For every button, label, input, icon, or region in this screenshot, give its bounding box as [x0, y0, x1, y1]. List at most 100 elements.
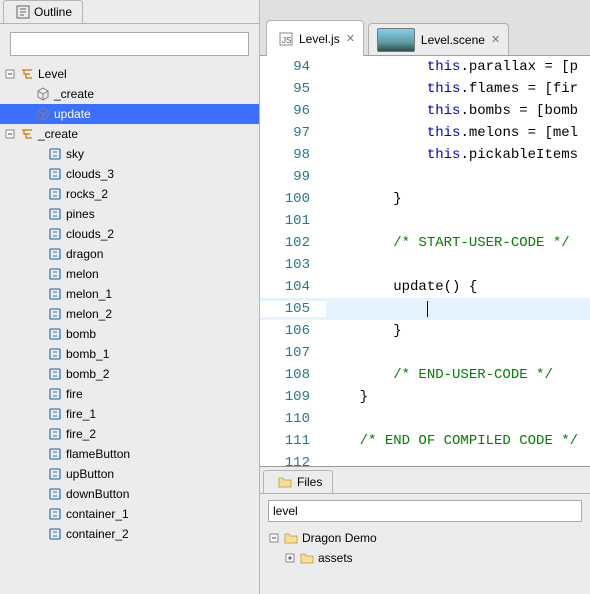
expand-icon[interactable]	[284, 553, 296, 563]
line-number: 107	[260, 345, 326, 361]
outline-item-container_2[interactable]: container_2	[0, 524, 259, 544]
outline-item-melon[interactable]: melon	[0, 264, 259, 284]
code-text: update() {	[326, 279, 477, 295]
outline-item-update[interactable]: update	[0, 104, 259, 124]
folder-icon	[284, 531, 298, 545]
outline-item-upButton[interactable]: upButton	[0, 464, 259, 484]
line-number: 105	[260, 301, 326, 317]
code-line-102[interactable]: 102 /* START-USER-CODE */	[260, 232, 590, 254]
code-text: this.parallax = [p	[326, 59, 578, 75]
code-line-106[interactable]: 106 }	[260, 320, 590, 342]
outline-item-rocks_2[interactable]: rocks_2	[0, 184, 259, 204]
outline-item-fire[interactable]: fire	[0, 384, 259, 404]
line-number: 110	[260, 411, 326, 427]
outline-item-label: clouds_3	[66, 167, 114, 181]
code-text: /* END OF COMPILED CODE */	[326, 433, 578, 449]
line-number: 103	[260, 257, 326, 273]
outline-item-label: Level	[38, 67, 67, 81]
outline-item-fire_1[interactable]: fire_1	[0, 404, 259, 424]
code-line-107[interactable]: 107	[260, 342, 590, 364]
outline-item-label: _create	[54, 87, 94, 101]
code-line-104[interactable]: 104 update() {	[260, 276, 590, 298]
outline-item-bomb_1[interactable]: bomb_1	[0, 344, 259, 364]
files-filter-input[interactable]	[268, 500, 582, 522]
files-item-Dragon Demo[interactable]: Dragon Demo	[268, 528, 582, 548]
editor-area: Level.js✕ Level.scene ✕ 94 this.parallax =…	[260, 0, 590, 594]
field-icon	[48, 287, 62, 301]
code-line-105[interactable]: 105	[260, 298, 590, 320]
code-line-112[interactable]: 112	[260, 452, 590, 466]
tree-icon	[20, 127, 34, 141]
outline-item-clouds_2[interactable]: clouds_2	[0, 224, 259, 244]
code-line-109[interactable]: 109 }	[260, 386, 590, 408]
files-tab[interactable]: Files	[263, 470, 333, 493]
tree-icon	[20, 67, 34, 81]
collapse-icon[interactable]	[4, 69, 16, 79]
code-line-94[interactable]: 94 this.parallax = [p	[260, 56, 590, 78]
outline-item-_create[interactable]: _create	[0, 84, 259, 104]
editor-tab-label: Level.scene	[421, 33, 485, 47]
code-line-111[interactable]: 111 /* END OF COMPILED CODE */	[260, 430, 590, 452]
code-area[interactable]: 94 this.parallax = [p95 this.flames = [f…	[260, 56, 590, 466]
outline-item-label: melon	[66, 267, 99, 281]
close-icon[interactable]: ✕	[346, 32, 355, 45]
code-text: /* END-USER-CODE */	[326, 367, 553, 383]
field-icon	[48, 327, 62, 341]
line-number: 94	[260, 59, 326, 75]
field-icon	[48, 307, 62, 321]
outline-item-bomb[interactable]: bomb	[0, 324, 259, 344]
outline-item-label: pines	[66, 207, 95, 221]
outline-tab[interactable]: Outline	[3, 0, 83, 23]
field-icon	[48, 487, 62, 501]
outline-item-container_1[interactable]: container_1	[0, 504, 259, 524]
folder-icon	[278, 475, 292, 489]
collapse-icon[interactable]	[268, 533, 280, 543]
code-line-97[interactable]: 97 this.melons = [mel	[260, 122, 590, 144]
field-icon	[48, 407, 62, 421]
code-line-100[interactable]: 100 }	[260, 188, 590, 210]
outline-item-melon_1[interactable]: melon_1	[0, 284, 259, 304]
outline-item-bomb_2[interactable]: bomb_2	[0, 364, 259, 384]
text-cursor	[427, 301, 428, 317]
code-line-110[interactable]: 110	[260, 408, 590, 430]
code-text: }	[326, 389, 368, 405]
editor-tabs: Level.js✕ Level.scene ✕	[260, 0, 590, 56]
outline-item-label: fire_1	[66, 407, 96, 421]
code-line-98[interactable]: 98 this.pickableItems	[260, 144, 590, 166]
collapse-icon[interactable]	[4, 129, 16, 139]
outline-item-Level[interactable]: Level	[0, 64, 259, 84]
code-line-99[interactable]: 99	[260, 166, 590, 188]
outline-item-sky[interactable]: sky	[0, 144, 259, 164]
code-line-96[interactable]: 96 this.bombs = [bomb	[260, 100, 590, 122]
outline-item-clouds_3[interactable]: clouds_3	[0, 164, 259, 184]
field-icon	[48, 507, 62, 521]
outline-item-label: flameButton	[66, 447, 130, 461]
line-number: 97	[260, 125, 326, 141]
outline-item-dragon[interactable]: dragon	[0, 244, 259, 264]
close-icon[interactable]: ✕	[491, 33, 500, 46]
field-icon	[48, 527, 62, 541]
field-icon	[48, 367, 62, 381]
field-icon	[48, 347, 62, 361]
outline-item-pines[interactable]: pines	[0, 204, 259, 224]
line-number: 96	[260, 103, 326, 119]
code-text: this.bombs = [bomb	[326, 103, 578, 119]
outline-item-_create[interactable]: _create	[0, 124, 259, 144]
outline-item-flameButton[interactable]: flameButton	[0, 444, 259, 464]
code-line-101[interactable]: 101	[260, 210, 590, 232]
line-number: 108	[260, 367, 326, 383]
outline-item-label: bomb_2	[66, 367, 109, 381]
outline-item-fire_2[interactable]: fire_2	[0, 424, 259, 444]
outline-item-downButton[interactable]: downButton	[0, 484, 259, 504]
editor-tab-Level.scene[interactable]: Level.scene ✕	[368, 23, 509, 55]
outline-item-melon_2[interactable]: melon_2	[0, 304, 259, 324]
code-line-95[interactable]: 95 this.flames = [fir	[260, 78, 590, 100]
files-item-assets[interactable]: assets	[268, 548, 582, 568]
line-number: 99	[260, 169, 326, 185]
editor-tab-Level.js[interactable]: Level.js✕	[266, 20, 364, 56]
files-item-label: Dragon Demo	[302, 531, 377, 545]
outline-filter-input[interactable]	[10, 32, 249, 56]
code-line-108[interactable]: 108 /* END-USER-CODE */	[260, 364, 590, 386]
code-line-103[interactable]: 103	[260, 254, 590, 276]
outline-item-label: fire_2	[66, 427, 96, 441]
